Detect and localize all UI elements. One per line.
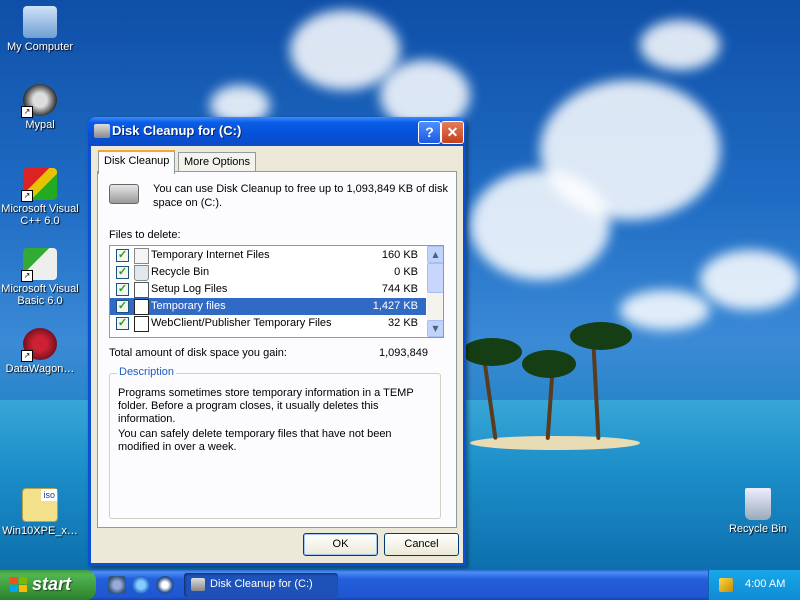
file-name: Setup Log Files	[151, 283, 228, 295]
file-size: 1,427 KB	[372, 300, 418, 312]
webclient-files-icon	[134, 316, 149, 332]
checkbox[interactable]: ✓	[116, 300, 129, 313]
desktop-icon-label: Recycle Bin	[728, 523, 788, 535]
file-name: Recycle Bin	[151, 266, 210, 278]
description-paragraph-2: You can safely delete temporary files th…	[118, 428, 392, 453]
disk-cleanup-window: Disk Cleanup for (C:) ? ✕ Disk Cleanup M…	[88, 117, 466, 566]
desktop-icon-win10xpe[interactable]: iso Win10XPE_x…	[0, 488, 80, 537]
taskbar-item-disk-cleanup[interactable]: Disk Cleanup for (C:)	[184, 573, 338, 597]
recycle-bin-icon	[745, 488, 771, 520]
shortcut-arrow-icon: ↗	[21, 270, 33, 282]
ok-button[interactable]: OK	[303, 533, 378, 556]
files-list[interactable]: ✓ Temporary Internet Files 160 KB ✓ Recy…	[109, 245, 444, 338]
window-client-area: Disk Cleanup More Options You can use Di…	[91, 146, 463, 563]
log-file-icon	[134, 282, 149, 298]
datawagon-icon: ↗	[21, 328, 57, 362]
list-scrollbar[interactable]: ▲ ▼	[427, 246, 443, 337]
list-item[interactable]: ✓ Setup Log Files 744 KB	[110, 281, 426, 298]
window-title: Disk Cleanup for (C:)	[112, 123, 242, 138]
scroll-up-icon[interactable]: ▲	[427, 246, 443, 263]
media-player-icon[interactable]	[156, 576, 174, 594]
internet-explorer-icon[interactable]	[132, 576, 150, 594]
iso-file-icon: iso	[22, 488, 58, 522]
scroll-thumb[interactable]	[427, 263, 443, 293]
taskbar-item-label: Disk Cleanup for (C:)	[210, 578, 313, 590]
description-group: Description Programs sometimes store tem…	[109, 366, 441, 519]
help-button[interactable]: ?	[418, 121, 441, 144]
system-tray: 4:00 AM	[708, 570, 800, 600]
desktop-icon-label: Microsoft Visual Basic 6.0	[1, 283, 79, 307]
tab-disk-cleanup[interactable]: Disk Cleanup	[98, 150, 176, 174]
checkbox[interactable]: ✓	[116, 283, 129, 296]
recycle-bin-icon	[134, 265, 149, 281]
temp-files-icon	[134, 299, 149, 315]
tab-panel: You can use Disk Cleanup to free up to 1…	[97, 171, 457, 528]
disk-cleanup-icon	[94, 124, 110, 138]
explorer-quicklaunch-icon[interactable]	[108, 576, 126, 594]
desktop-icon-datawagon[interactable]: ↗ DataWagon…	[0, 328, 80, 375]
desktop-icon-mypal[interactable]: ↗ Mypal	[0, 84, 80, 131]
title-bar[interactable]: Disk Cleanup for (C:) ? ✕	[88, 117, 466, 146]
file-name: Temporary Internet Files	[151, 249, 270, 261]
list-item[interactable]: ✓ Recycle Bin 0 KB	[110, 264, 426, 281]
desktop-icon-label: DataWagon…	[5, 363, 75, 375]
desktop-icon-visual-basic[interactable]: ↗ Microsoft Visual Basic 6.0	[0, 248, 80, 307]
iso-badge: iso	[41, 489, 57, 501]
desktop-icon-recycle-bin[interactable]: Recycle Bin	[718, 488, 798, 535]
start-button[interactable]: start	[0, 570, 96, 600]
clock[interactable]: 4:00 AM	[745, 578, 785, 590]
checkbox[interactable]: ✓	[116, 266, 129, 279]
shortcut-arrow-icon: ↗	[21, 190, 33, 202]
file-size: 744 KB	[381, 283, 418, 295]
close-button[interactable]: ✕	[441, 121, 464, 144]
intro-text: You can use Disk Cleanup to free up to 1…	[153, 183, 448, 209]
file-size: 160 KB	[381, 249, 418, 261]
description-paragraph-1: Programs sometimes store temporary infor…	[118, 387, 414, 425]
desktop-icon-label: Win10XPE_x…	[2, 525, 78, 537]
shortcut-arrow-icon: ↗	[21, 350, 33, 362]
checkbox[interactable]: ✓	[116, 249, 129, 262]
drive-icon	[109, 184, 139, 204]
disk-cleanup-icon	[191, 578, 205, 591]
desktop-icon-label: My Computer	[6, 41, 74, 53]
network-icon[interactable]	[719, 578, 733, 592]
list-item-selected[interactable]: ✓ Temporary files 1,427 KB	[110, 298, 426, 315]
desktop-icon-my-computer[interactable]: My Computer	[0, 6, 80, 53]
checkbox[interactable]: ✓	[116, 317, 129, 330]
list-item[interactable]: ✓ WebClient/Publisher Temporary Files 32…	[110, 315, 426, 332]
total-gain-label: Total amount of disk space you gain:	[109, 347, 287, 359]
desktop-icon-label: Mypal	[25, 119, 55, 131]
file-name: Temporary files	[151, 300, 226, 312]
description-title: Description	[117, 366, 177, 378]
visual-basic-icon: ↗	[21, 248, 57, 282]
desktop-icon-visual-cpp[interactable]: ↗ Microsoft Visual C++ 6.0	[0, 168, 80, 227]
visual-cpp-icon: ↗	[21, 168, 57, 202]
scroll-down-icon[interactable]: ▼	[427, 320, 443, 337]
list-item[interactable]: ✓ Temporary Internet Files 160 KB	[110, 247, 426, 264]
files-to-delete-label: Files to delete:	[109, 229, 181, 241]
cancel-button[interactable]: Cancel	[384, 533, 459, 556]
internet-files-icon	[134, 248, 149, 264]
mypal-raccoon-icon: ↗	[21, 84, 57, 118]
tab-more-options[interactable]: More Options	[178, 152, 257, 172]
computer-icon	[23, 6, 57, 38]
shortcut-arrow-icon: ↗	[21, 106, 33, 118]
file-name: WebClient/Publisher Temporary Files	[151, 317, 332, 329]
file-size: 0 KB	[394, 266, 418, 278]
windows-flag-icon	[10, 577, 28, 593]
desktop-icon-label: Microsoft Visual C++ 6.0	[1, 203, 79, 227]
start-label: start	[32, 574, 72, 594]
taskbar: start Disk Cleanup for (C:) 4:00 AM	[0, 570, 800, 600]
file-size: 32 KB	[388, 317, 418, 329]
total-gain-value: 1,093,849	[379, 347, 428, 359]
